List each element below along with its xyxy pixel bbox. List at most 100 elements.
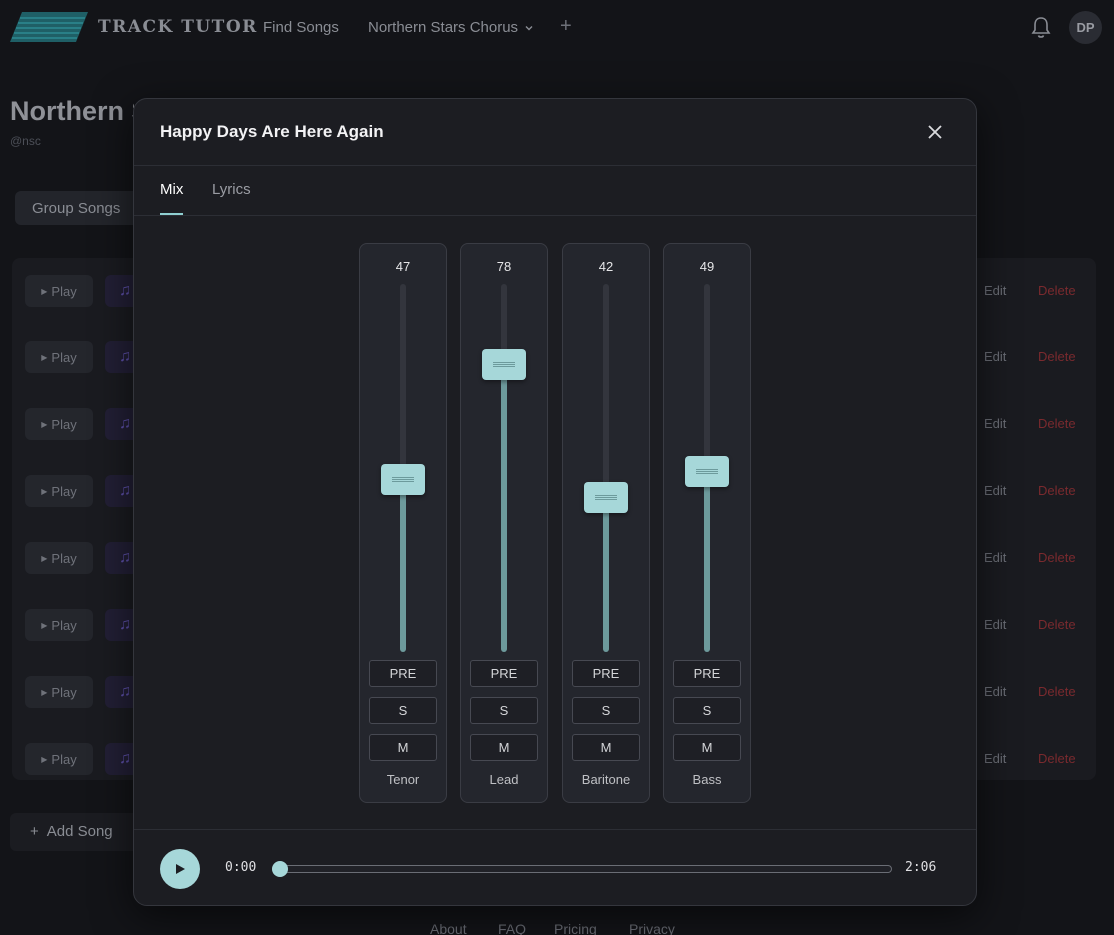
edit-link[interactable]: Edit <box>984 283 1006 298</box>
strip-label: Bass <box>692 772 722 787</box>
play-button[interactable]: ▶ Play <box>25 408 93 440</box>
volume-fader-handle[interactable] <box>584 481 628 513</box>
nav-find-songs[interactable]: Find Songs <box>263 19 339 36</box>
current-time: 0:00 <box>225 860 257 875</box>
modal-tabs: Mix Lyrics <box>134 166 976 216</box>
strip-label: Lead <box>489 772 519 787</box>
seek-bar[interactable] <box>272 861 892 877</box>
solo-button[interactable]: S <box>673 697 741 724</box>
edit-link[interactable]: Edit <box>984 617 1006 632</box>
delete-link[interactable]: Delete <box>1038 684 1076 699</box>
bell-icon[interactable] <box>1030 16 1052 40</box>
footer-link-about[interactable]: About <box>430 921 467 935</box>
seek-handle[interactable] <box>272 861 288 877</box>
nav-group-dropdown[interactable]: Northern Stars Chorus <box>368 19 534 36</box>
edit-link[interactable]: Edit <box>984 349 1006 364</box>
volume-fill <box>603 497 609 652</box>
edit-link[interactable]: Edit <box>984 550 1006 565</box>
volume-track[interactable] <box>584 284 628 652</box>
pre-button[interactable]: PRE <box>470 660 538 687</box>
delete-link[interactable]: Delete <box>1038 283 1076 298</box>
play-icon: ▶ <box>41 754 48 764</box>
volume-track[interactable] <box>685 284 729 652</box>
solo-button[interactable]: S <box>470 697 538 724</box>
delete-link[interactable]: Delete <box>1038 617 1076 632</box>
mute-button[interactable]: M <box>369 734 437 761</box>
edit-link[interactable]: Edit <box>984 684 1006 699</box>
play-label: Play <box>51 751 77 767</box>
delete-link[interactable]: Delete <box>1038 349 1076 364</box>
brand-logo[interactable]: TRACK TUTOR <box>10 12 258 42</box>
mute-button[interactable]: M <box>673 734 741 761</box>
tab-lyrics[interactable]: Lyrics <box>212 181 251 213</box>
brand-name: TRACK TUTOR <box>98 17 258 37</box>
volume-value: 49 <box>699 259 715 274</box>
volume-fill <box>400 479 406 652</box>
play-button[interactable] <box>160 849 200 889</box>
play-label: Play <box>51 617 77 633</box>
play-button[interactable]: ▶ Play <box>25 275 93 307</box>
volume-value: 42 <box>598 259 614 274</box>
mixer-modal: Happy Days Are Here Again Mix Lyrics 47 … <box>133 98 977 906</box>
volume-fader-handle[interactable] <box>482 349 526 381</box>
channel-strip-lead: 78 PRE S M Lead <box>460 243 548 803</box>
edit-link[interactable]: Edit <box>984 416 1006 431</box>
page-title: Northern Stars Chorus <box>10 96 134 126</box>
delete-link[interactable]: Delete <box>1038 550 1076 565</box>
channel-strip-bass: 49 PRE S M Bass <box>663 243 751 803</box>
channel-strip-baritone: 42 PRE S M Baritone <box>562 243 650 803</box>
volume-track[interactable] <box>482 284 526 652</box>
footer-link-pricing[interactable]: Pricing <box>554 921 597 935</box>
volume-value: 78 <box>496 259 512 274</box>
play-icon: ▶ <box>41 352 48 362</box>
volume-fader-handle[interactable] <box>685 456 729 488</box>
play-label: Play <box>51 684 77 700</box>
play-button[interactable]: ▶ Play <box>25 609 93 641</box>
mute-button[interactable]: M <box>470 734 538 761</box>
mute-button[interactable]: M <box>572 734 640 761</box>
play-button[interactable]: ▶ Play <box>25 542 93 574</box>
play-icon: ▶ <box>41 286 48 296</box>
volume-track[interactable] <box>381 284 425 652</box>
play-label: Play <box>51 283 77 299</box>
volume-fader-handle[interactable] <box>381 463 425 495</box>
edit-link[interactable]: Edit <box>984 751 1006 766</box>
logo-icon <box>10 12 88 42</box>
play-label: Play <box>51 483 77 499</box>
play-button[interactable]: ▶ Play <box>25 475 93 507</box>
plus-icon: + <box>30 823 39 840</box>
play-label: Play <box>51 550 77 566</box>
solo-button[interactable]: S <box>369 697 437 724</box>
add-song-button[interactable]: + Add Song <box>10 813 140 851</box>
play-label: Play <box>51 349 77 365</box>
close-icon[interactable] <box>924 121 946 143</box>
volume-fill <box>704 471 710 652</box>
pre-button[interactable]: PRE <box>572 660 640 687</box>
strip-label: Baritone <box>581 772 631 787</box>
volume-value: 47 <box>395 259 411 274</box>
edit-link[interactable]: Edit <box>984 483 1006 498</box>
footer-link-faq[interactable]: FAQ <box>498 921 526 935</box>
nav-group-label: Northern Stars Chorus <box>368 19 519 36</box>
play-icon: ▶ <box>41 486 48 496</box>
pre-button[interactable]: PRE <box>673 660 741 687</box>
pre-button[interactable]: PRE <box>369 660 437 687</box>
play-button[interactable]: ▶ Play <box>25 341 93 373</box>
modal-header: Happy Days Are Here Again <box>134 99 976 166</box>
delete-link[interactable]: Delete <box>1038 751 1076 766</box>
modal-title: Happy Days Are Here Again <box>160 122 384 141</box>
play-icon <box>176 864 185 874</box>
add-group-button[interactable]: + <box>560 15 572 38</box>
tab-mix[interactable]: Mix <box>160 181 184 215</box>
play-icon: ▶ <box>41 553 48 563</box>
solo-button[interactable]: S <box>572 697 640 724</box>
group-handle: @nsc <box>10 134 41 148</box>
transport-bar: 0:00 2:06 <box>134 829 976 905</box>
play-button[interactable]: ▶ Play <box>25 676 93 708</box>
play-button[interactable]: ▶ Play <box>25 743 93 775</box>
delete-link[interactable]: Delete <box>1038 483 1076 498</box>
avatar[interactable]: DP <box>1069 11 1102 44</box>
delete-link[interactable]: Delete <box>1038 416 1076 431</box>
footer-link-privacy[interactable]: Privacy <box>629 921 675 935</box>
tab-group-songs[interactable]: Group Songs <box>15 191 145 225</box>
